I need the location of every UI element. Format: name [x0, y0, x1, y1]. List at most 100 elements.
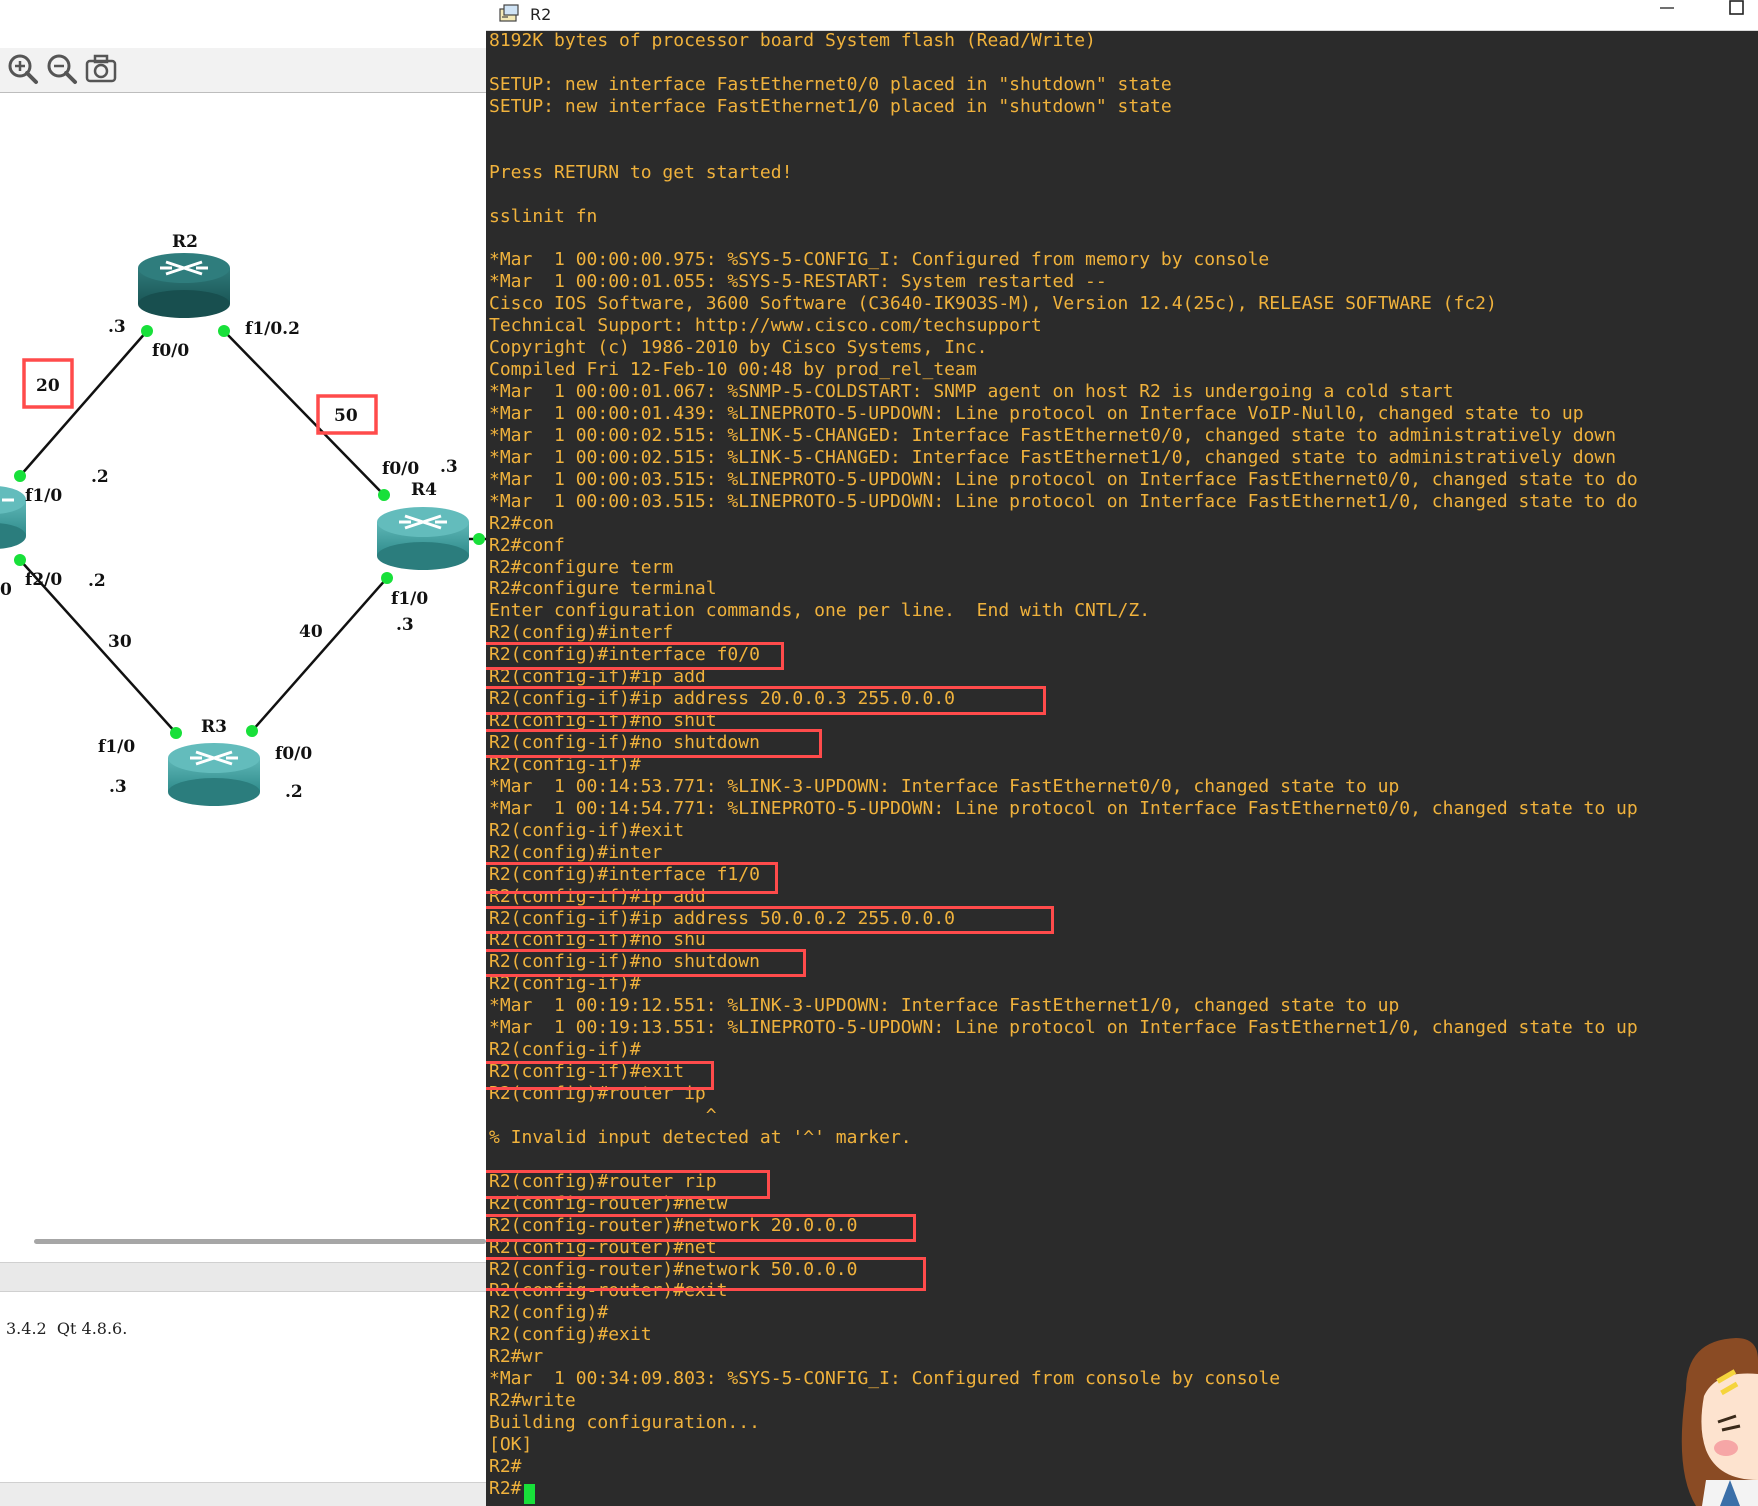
highlight-box [486, 686, 1046, 715]
iface-label: f1/0 [98, 737, 135, 757]
iface-label: 0 [0, 580, 12, 600]
addr-label: .2 [91, 467, 109, 487]
link-up-dot [378, 489, 390, 501]
terminal-line: R2# [489, 1455, 522, 1477]
link-up-dot [246, 725, 258, 737]
panel-separator [0, 1262, 486, 1292]
addr-label: .3 [440, 457, 458, 477]
terminal-line: SETUP: new interface FastEthernet0/0 pla… [489, 73, 1172, 95]
terminal-line: R2#configure term [489, 556, 674, 578]
terminal-line: *Mar 1 00:14:53.771: %LINK-3-UPDOWN: Int… [489, 775, 1400, 797]
topology-canvas: R2 R4 R3 .3 f0/0 f1/0.2 f1/0 .2 f2/0 .2 … [0, 92, 486, 1232]
highlight-box [486, 862, 778, 894]
terminal-line: Enter configuration commands, one per li… [489, 600, 1151, 622]
terminal-line: Compiled Fri 12-Feb-10 00:48 by prod_rel… [489, 359, 977, 381]
highlight-box [486, 1214, 916, 1242]
terminal-line: R2(config)#interf [489, 622, 674, 644]
router-label-r3: R3 [201, 717, 227, 737]
addr-label: .3 [108, 317, 126, 337]
terminal-line: R2(config)#inter [489, 841, 663, 863]
addr-label: .3 [109, 777, 127, 797]
net-label-50: 50 [334, 406, 358, 426]
terminal-line: *Mar 1 00:00:01.439: %LINEPROTO-5-UPDOWN… [489, 402, 1584, 424]
terminal-titlebar[interactable]: R2 [486, 0, 1758, 31]
router-label-r2: R2 [172, 232, 198, 252]
terminal-line: Technical Support: http://www.cisco.com/… [489, 315, 1042, 337]
router-r3[interactable] [168, 743, 260, 806]
terminal-line: *Mar 1 00:34:09.803: %SYS-5-CONFIG_I: Co… [489, 1368, 1281, 1390]
link-up-dot [170, 727, 182, 739]
terminal-line: R2#conf [489, 534, 565, 556]
iface-label: f1/0 [391, 589, 428, 609]
link-up-dot [381, 572, 393, 584]
terminal-line: R2#configure terminal [489, 578, 717, 600]
terminal-line: R2(config)#exit [489, 1324, 652, 1346]
horizontal-scrollbar-thumb[interactable] [34, 1239, 486, 1244]
terminal-line: R2#wr [489, 1346, 544, 1368]
terminal-line: *Mar 1 00:14:54.771: %LINEPROTO-5-UPDOWN… [489, 797, 1638, 819]
terminal-line: *Mar 1 00:00:00.975: %SYS-5-CONFIG_I: Co… [489, 249, 1270, 271]
camera-icon[interactable] [84, 52, 118, 86]
highlight-box [486, 729, 822, 758]
link-up-dot [218, 325, 230, 337]
terminal-line: SETUP: new interface FastEthernet1/0 pla… [489, 95, 1172, 117]
link-up-dot [14, 554, 26, 566]
iface-label: f0/0 [275, 744, 312, 764]
zoom-in-icon[interactable] [6, 52, 40, 86]
highlight-box [486, 906, 1054, 934]
left-top-bar [0, 0, 486, 49]
minimize-button[interactable] [1646, 0, 1688, 30]
link-r1-r2[interactable] [19, 330, 148, 477]
terminal-line: *Mar 1 00:00:01.067: %SNMP-5-COLDSTART: … [489, 381, 1454, 402]
topology-pane: R2 R4 R3 .3 f0/0 f1/0.2 f1/0 .2 f2/0 .2 … [0, 0, 486, 1506]
link-r3-r4[interactable] [251, 577, 388, 732]
terminal-cursor [524, 1484, 535, 1504]
maximize-button[interactable] [1716, 0, 1758, 30]
iface-label: f1/0.2 [245, 319, 300, 339]
addr-label: .3 [396, 615, 414, 635]
version-text: 3.4.2 Qt 4.8.6. [6, 1319, 128, 1338]
terminal-line: *Mar 1 00:19:13.551: %LINEPROTO-5-UPDOWN… [489, 1017, 1638, 1039]
terminal-line: Building configuration... [489, 1412, 760, 1434]
terminal-line: [OK] [489, 1434, 533, 1455]
router-r2[interactable] [138, 253, 230, 318]
link-up-dot [473, 533, 485, 545]
iface-label: f1/0 [25, 486, 62, 506]
iface-label: f0/0 [382, 459, 419, 479]
router-label-r4: R4 [411, 480, 437, 500]
terminal-line: R2(config)# [489, 1302, 609, 1324]
link-up-dot [14, 470, 26, 482]
terminal-line: *Mar 1 00:00:03.515: %LINEPROTO-5-UPDOWN… [489, 468, 1638, 490]
router-r4[interactable] [377, 507, 469, 570]
terminal-line: R2#write [489, 1390, 576, 1412]
router-r1-partial[interactable] [0, 486, 26, 549]
highlight-box [486, 1061, 714, 1090]
terminal-line: *Mar 1 00:00:02.515: %LINK-5-CHANGED: In… [489, 424, 1617, 446]
highlight-box [486, 949, 806, 977]
addr-label: .2 [285, 782, 303, 802]
terminal-line: Press RETURN to get started! [489, 161, 793, 183]
terminal-line: ^ [489, 1104, 717, 1126]
topology-diagram: R2 R4 R3 .3 f0/0 f1/0.2 f1/0 .2 f2/0 .2 … [0, 232, 486, 806]
terminal-app-icon [499, 4, 519, 22]
terminal-line: *Mar 1 00:00:01.055: %SYS-5-RESTART: Sys… [489, 271, 1107, 293]
link-r2-r4[interactable] [223, 330, 385, 496]
zoom-out-icon[interactable] [45, 52, 79, 86]
topology-toolbar [0, 48, 486, 93]
highlight-box [486, 1257, 926, 1291]
terminal-line: R2# [489, 1477, 522, 1499]
highlight-box [486, 642, 784, 670]
terminal-line: *Mar 1 00:00:02.515: %LINK-5-CHANGED: In… [489, 446, 1617, 468]
mascot-sticker [1681, 1338, 1758, 1506]
terminal-line: R2(config-if)#exit [489, 819, 685, 841]
net-label-40: 40 [299, 622, 323, 642]
window-title: R2 [530, 5, 552, 24]
terminal-line: % Invalid input detected at '^' marker. [489, 1126, 912, 1148]
terminal-output[interactable]: 8192K bytes of processor board System fl… [486, 30, 1758, 1506]
iface-label: f0/0 [152, 341, 189, 361]
